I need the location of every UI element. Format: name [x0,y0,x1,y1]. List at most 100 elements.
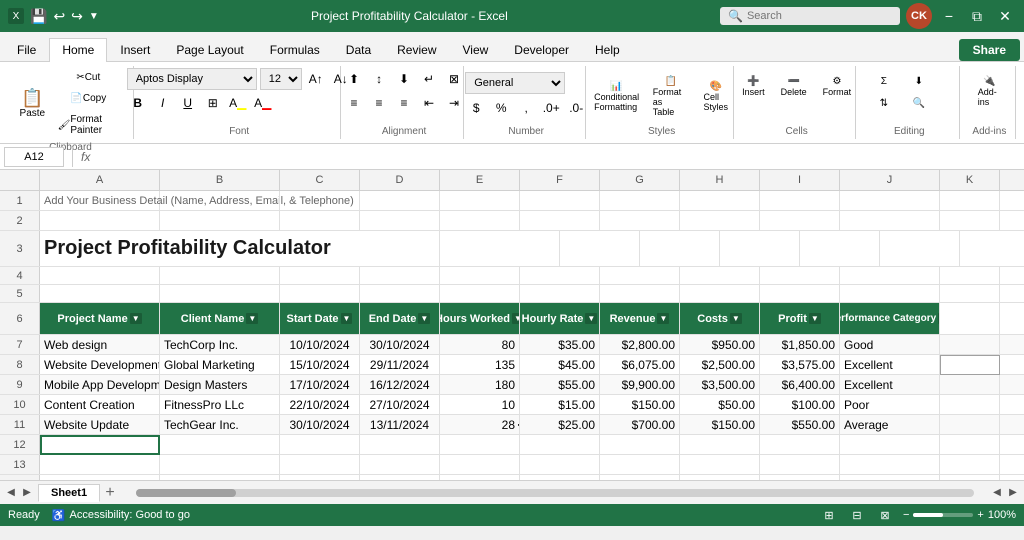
align-right-button[interactable]: ≡ [393,92,415,114]
quick-access-undo[interactable]: ↩ [53,8,65,25]
cell-e12[interactable] [440,435,520,455]
find-select-button[interactable]: 🔍 [903,94,935,113]
cell-a5[interactable] [40,285,160,305]
cell-a1[interactable]: Add Your Business Detail (Name, Address,… [40,191,160,211]
tab-help[interactable]: Help [582,38,633,61]
currency-button[interactable]: $ [465,97,487,119]
zoom-slider-thumb[interactable] [913,513,943,517]
filter-arrow-e[interactable]: ▼ [512,313,520,324]
row-num-13[interactable]: 13 [0,455,40,474]
bold-button[interactable]: B [127,92,149,114]
tab-home[interactable]: Home [49,38,107,62]
cell-d3[interactable] [640,231,720,266]
align-bottom-button[interactable]: ⬇ [393,68,415,90]
cell-b3[interactable] [440,231,560,266]
tab-data[interactable]: Data [333,38,384,61]
cell-c9[interactable]: 17/10/2024 [280,375,360,395]
cell-a2[interactable] [40,211,160,231]
cell-l4[interactable] [1000,267,1024,287]
col-header-f[interactable]: F [520,170,600,190]
number-format-select[interactable]: General [465,72,565,94]
cell-j5[interactable] [840,285,940,305]
cell-i1[interactable] [760,191,840,211]
cell-styles-button[interactable]: 🎨CellStyles [699,72,733,121]
cell-k4[interactable] [940,267,1000,287]
cell-a9[interactable]: Mobile App Development [40,375,160,395]
cell-e1[interactable] [440,191,520,211]
cell-b8[interactable]: Global Marketing [160,355,280,375]
cell-f5[interactable] [520,285,600,305]
cell-g1[interactable] [600,191,680,211]
horizontal-scrollbar[interactable] [136,489,974,497]
cell-h12[interactable] [680,435,760,455]
italic-button[interactable]: I [152,92,174,114]
cell-d7[interactable]: 30/10/2024 [360,335,440,355]
quick-access-save[interactable]: 💾 [30,8,47,25]
cell-h8[interactable]: $2,500.00 [680,355,760,375]
cell-i6[interactable]: Profit ▼ [760,303,840,334]
tab-file[interactable]: File [4,38,49,61]
cell-j9[interactable]: Excellent [840,375,940,395]
cell-g3[interactable] [880,231,960,266]
cell-d9[interactable]: 16/12/2024 [360,375,440,395]
cell-b10[interactable]: FitnessPro LLc [160,395,280,415]
cell-b2[interactable] [160,211,280,231]
cell-k9[interactable] [940,375,1000,395]
sum-button[interactable]: Σ [868,72,900,91]
cell-l7[interactable] [1000,335,1024,355]
row-num-12[interactable]: 12 [0,435,40,454]
zoom-in-button[interactable]: + [977,509,983,521]
filter-arrow-d[interactable]: ▼ [418,313,430,324]
cell-d12[interactable] [360,435,440,455]
comma-button[interactable]: , [515,97,537,119]
cell-j4[interactable] [840,267,940,287]
sort-filter-button[interactable]: ⇅ [868,94,900,113]
filter-arrow-i[interactable]: ▼ [809,313,821,324]
col-header-a[interactable]: A [40,170,160,190]
cell-c7[interactable]: 10/10/2024 [280,335,360,355]
cell-k5[interactable] [940,285,1000,305]
cell-e7[interactable]: 80 [440,335,520,355]
add-sheet-button[interactable]: + [100,483,120,503]
cell-c4[interactable] [280,267,360,287]
copy-button[interactable]: 📄 Copy [52,89,125,108]
cell-f3[interactable] [800,231,880,266]
cell-c11[interactable]: 30/10/2024 [280,415,360,435]
cell-d8[interactable]: 29/11/2024 [360,355,440,375]
fill-color-button[interactable]: A▁ [227,92,249,114]
page-layout-view-button[interactable]: ⊟ [847,507,867,523]
filter-arrow-b[interactable]: ▼ [246,313,258,324]
cell-i7[interactable]: $1,850.00 [760,335,840,355]
cell-d4[interactable] [360,267,440,287]
cell-f4[interactable] [520,267,600,287]
cell-e8[interactable]: 135 [440,355,520,375]
cell-h9[interactable]: $3,500.00 [680,375,760,395]
cell-b6[interactable]: Client Name ▼ [160,303,280,334]
cell-e6[interactable]: Hours Worked ▼ [440,303,520,334]
cell-g12[interactable] [600,435,680,455]
align-middle-button[interactable]: ↕ [368,68,390,90]
cell-l5[interactable] [1000,285,1024,305]
row-num-1[interactable]: 1 [0,191,40,210]
cell-h7[interactable]: $950.00 [680,335,760,355]
filter-arrow-g[interactable]: ▼ [657,313,669,324]
decimal-increase-button[interactable]: .0+ [540,97,562,119]
cell-e5[interactable] [440,285,520,305]
cell-f12[interactable] [520,435,600,455]
cell-l1[interactable] [1000,191,1024,211]
cell-b11[interactable]: TechGear Inc. [160,415,280,435]
filter-arrow-f[interactable]: ▼ [585,313,597,324]
cell-b5[interactable] [160,285,280,305]
border-button[interactable]: ⊞ [202,92,224,114]
col-header-i[interactable]: I [760,170,840,190]
cell-f9[interactable]: $55.00 [520,375,600,395]
cell-a13[interactable] [40,455,160,475]
cell-b4[interactable] [160,267,280,287]
cell-g4[interactable] [600,267,680,287]
cell-e3[interactable] [720,231,800,266]
col-header-e[interactable]: E [440,170,520,190]
row-num-11[interactable]: 11 [0,415,40,434]
formula-input[interactable] [94,150,1020,164]
cell-a4[interactable] [40,267,160,287]
cell-f7[interactable]: $35.00 [520,335,600,355]
